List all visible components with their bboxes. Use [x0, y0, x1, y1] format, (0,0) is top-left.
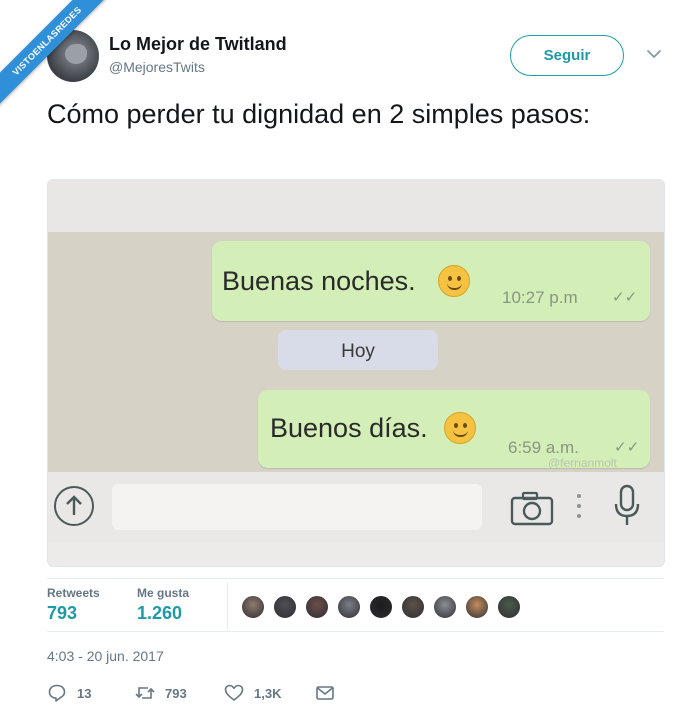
date-label: Hoy: [341, 341, 375, 362]
divider: [227, 582, 228, 630]
liker-avatar[interactable]: [304, 594, 330, 620]
double-check-icon: ✓✓: [612, 289, 638, 306]
likes-label: Me gusta: [137, 586, 190, 600]
retweet-icon: [135, 687, 155, 699]
tweet-timestamp[interactable]: 4:03 - 20 jun. 2017: [47, 648, 164, 664]
heart-icon: [224, 684, 244, 701]
message-text: Buenas noches.: [222, 266, 416, 296]
double-check-icon: ✓✓: [614, 439, 640, 456]
date-separator: Hoy: [278, 330, 438, 370]
liker-avatar[interactable]: [272, 594, 298, 620]
retweets-label: Retweets: [47, 586, 100, 600]
chevron-down-icon[interactable]: [645, 45, 663, 63]
envelope-icon: [316, 686, 334, 700]
tweet-actions: 13 793 1,3K: [47, 682, 347, 704]
likes-value: 1.260: [137, 603, 183, 623]
smiley-emoji-icon: [438, 265, 470, 297]
liker-avatar[interactable]: [336, 594, 362, 620]
tweet-media[interactable]: Buenas noches. 10:27 p.m ✓✓ Hoy Buenos d…: [47, 179, 665, 567]
reply-count: 13: [77, 685, 92, 701]
display-name[interactable]: Lo Mejor de Twitland: [109, 34, 287, 55]
message-time: 10:27 p.m: [502, 288, 578, 307]
message-text: Buenos días.: [270, 413, 428, 443]
retweet-button[interactable]: 793: [135, 682, 187, 704]
message-bubble-1: Buenas noches. 10:27 p.m ✓✓: [212, 241, 650, 321]
liker-avatar[interactable]: [240, 594, 266, 620]
direct-message-button[interactable]: [315, 682, 335, 704]
like-button[interactable]: 1,3K: [224, 682, 281, 704]
more-icon: [577, 494, 581, 518]
retweets-value: 793: [47, 603, 78, 623]
camera-icon: [510, 491, 554, 526]
reply-button[interactable]: 13: [47, 682, 91, 704]
user-handle[interactable]: @MejoresTwits: [109, 59, 205, 75]
tweet-text: Cómo perder tu dignidad en 2 simples pas…: [47, 99, 591, 129]
reply-icon: [48, 684, 66, 702]
liker-avatar[interactable]: [496, 594, 522, 620]
liker-avatar[interactable]: [400, 594, 426, 620]
retweet-count: 793: [165, 685, 187, 701]
corner-ribbon: VISTOENLASREDES: [0, 0, 120, 120]
liker-avatar[interactable]: [464, 594, 490, 620]
liker-avatar[interactable]: [432, 594, 458, 620]
likes-stat[interactable]: Me gusta 1.260: [137, 586, 189, 624]
ribbon-text: VISTOENLASREDES: [0, 0, 115, 109]
chat-input-bar: [48, 472, 664, 542]
follow-button[interactable]: Seguir: [510, 35, 624, 76]
tweet-stats: Retweets 793 Me gusta 1.260: [47, 578, 664, 632]
upload-icon: [54, 486, 94, 526]
retweets-stat[interactable]: Retweets 793: [47, 586, 100, 624]
like-count: 1,3K: [254, 685, 282, 701]
message-input: [112, 484, 482, 530]
hug-emoji-icon: [444, 412, 476, 444]
message-time: 6:59 a.m.: [508, 438, 579, 457]
microphone-icon: [614, 484, 640, 525]
watermark: @fernanmolt: [548, 456, 617, 470]
liker-avatar[interactable]: [368, 594, 394, 620]
tweet-header: Lo Mejor de Twitland @MejoresTwits Segui…: [47, 27, 667, 87]
message-bubble-2: Buenos días. 6:59 a.m. ✓✓ @fernanmolt: [258, 390, 650, 470]
